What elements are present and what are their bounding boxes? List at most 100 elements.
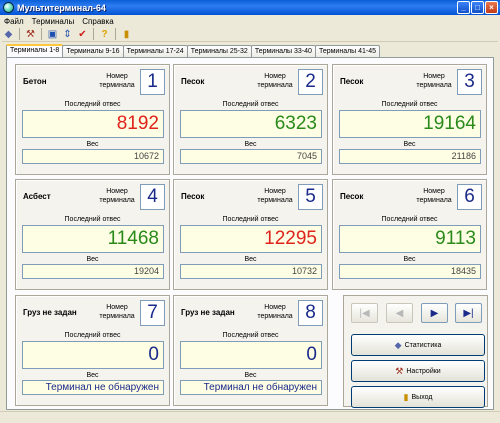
terminal-number-label: Номер терминала xyxy=(99,304,135,320)
terminal-number-label: Номер терминала xyxy=(257,304,293,320)
next-page-button[interactable]: ▶ xyxy=(421,303,448,323)
material-name: Песок xyxy=(181,192,205,201)
weight-value: 7045 xyxy=(180,149,322,164)
settings-button[interactable]: ⚒ Настройки xyxy=(351,360,485,382)
weight-label: Вес xyxy=(86,141,99,148)
first-page-button[interactable]: |◀ xyxy=(351,303,378,323)
statistics-label: Статистика xyxy=(404,341,442,349)
last-weighing-value: 0 xyxy=(180,341,322,369)
terminal-number: 4 xyxy=(140,184,165,210)
weight-value: 21186 xyxy=(339,149,481,164)
close-button[interactable]: × xyxy=(485,1,498,14)
material-name: Песок xyxy=(181,77,205,86)
material-name: Песок xyxy=(340,77,364,86)
terminal-number-label: Номер терминала xyxy=(416,73,452,89)
terminal-card: Асбест Номер терминала 4 Последний отвес 114… xyxy=(15,179,170,290)
terminal-number-label: Номер терминала xyxy=(257,73,293,89)
terminal-number: 5 xyxy=(298,184,323,210)
sort-icon[interactable]: ⇕ xyxy=(61,28,74,41)
last-weighing-value: 11468 xyxy=(22,225,164,253)
settings-tool-icon[interactable]: ⚒ xyxy=(24,28,37,41)
last-weighing-label: Последний отвес xyxy=(381,216,438,223)
terminal-number-label: Номер терминала xyxy=(416,188,452,204)
toolbar: ◆ ⚒ ▣ ⇕ ✔ ? ▮ xyxy=(2,27,498,42)
last-weighing-label: Последний отвес xyxy=(381,101,438,108)
settings-icon: ⚒ xyxy=(395,365,404,376)
weight-label: Вес xyxy=(403,256,416,263)
exit-icon: ▮ xyxy=(403,391,409,402)
last-weighing-label: Последний отвес xyxy=(222,216,279,223)
last-weighing-label: Последний отвес xyxy=(64,332,121,339)
weight-label: Вес xyxy=(244,141,257,148)
display-icon[interactable]: ▣ xyxy=(46,28,59,41)
terminal-number: 2 xyxy=(298,69,323,95)
terminal-card: Песок Номер терминала 2 Последний отвес 6323… xyxy=(173,64,328,175)
material-name: Бетон xyxy=(23,77,47,86)
weight-label: Вес xyxy=(403,141,416,148)
navigation-panel: |◀ ◀ ▶ ▶| ◆ Статистика ⚒ Настройки ▮ Вых… xyxy=(343,295,488,408)
terminal-card: Груз не задан Номер терминала 8 Последний о… xyxy=(173,295,328,406)
menu-bar: Файл Терминалы Справка xyxy=(0,15,500,27)
terminal-tabs: Терминалы 1-8 Терминалы 9-16 Терминалы 1… xyxy=(6,44,381,57)
terminal-number-label: Номер терминала xyxy=(257,188,293,204)
status-bar xyxy=(0,411,500,423)
window-title: Мультитерминал-64 xyxy=(17,2,106,13)
exit-door-icon[interactable]: ▮ xyxy=(120,28,133,41)
weight-value: Терминал не обнаружен xyxy=(22,380,164,395)
terminal-number: 1 xyxy=(140,69,165,95)
material-name: Груз не задан xyxy=(181,308,235,317)
title-bar: Мультитерминал-64 _ □ × xyxy=(0,0,500,15)
last-weighing-value: 9113 xyxy=(339,225,481,253)
settings-label: Настройки xyxy=(406,367,441,375)
last-weighing-label: Последний отвес xyxy=(64,101,121,108)
weight-value: Терминал не обнаружен xyxy=(180,380,322,395)
statistics-button[interactable]: ◆ Статистика xyxy=(351,334,485,356)
tab-terminals-1-8[interactable]: Терминалы 1-8 xyxy=(6,44,64,57)
weight-value: 10732 xyxy=(180,264,322,279)
terminal-card: Бетон Номер терминала 1 Последний отвес 8192… xyxy=(15,64,170,175)
weight-label: Вес xyxy=(86,256,99,263)
check-icon[interactable]: ✔ xyxy=(76,28,89,41)
app-icon xyxy=(3,2,14,13)
weight-label: Вес xyxy=(86,372,99,379)
weight-value: 18435 xyxy=(339,264,481,279)
last-weighing-label: Последний отвес xyxy=(222,332,279,339)
terminal-number: 3 xyxy=(457,69,482,95)
last-weighing-value: 12295 xyxy=(180,225,322,253)
help-icon[interactable]: ? xyxy=(98,28,111,41)
terminal-number: 6 xyxy=(457,184,482,210)
weight-value: 10672 xyxy=(22,149,164,164)
weight-label: Вес xyxy=(244,372,257,379)
last-weighing-value: 19164 xyxy=(339,110,481,138)
tab-terminals-33-40[interactable]: Терминалы 33-40 xyxy=(250,45,316,57)
last-page-button[interactable]: ▶| xyxy=(455,303,482,323)
prev-page-button[interactable]: ◀ xyxy=(386,303,413,323)
terminal-number: 8 xyxy=(298,300,323,326)
last-weighing-label: Последний отвес xyxy=(222,101,279,108)
material-name: Песок xyxy=(340,192,364,201)
terminal-card: Песок Номер терминала 6 Последний отвес 9113… xyxy=(332,179,487,290)
tab-terminals-9-16[interactable]: Терминалы 9-16 xyxy=(62,45,124,57)
last-weighing-value: 8192 xyxy=(22,110,164,138)
statistics-icon: ◆ xyxy=(394,339,402,350)
minimize-button[interactable]: _ xyxy=(457,1,470,14)
exit-button[interactable]: ▮ Выход xyxy=(351,386,485,408)
weight-label: Вес xyxy=(244,256,257,263)
tab-terminals-41-45[interactable]: Терминалы 41-45 xyxy=(314,45,381,57)
terminal-number: 7 xyxy=(140,300,165,326)
menu-terminals[interactable]: Терминалы xyxy=(28,17,79,26)
menu-help[interactable]: Справка xyxy=(78,17,117,26)
material-name: Асбест xyxy=(23,192,51,201)
terminal-number-label: Номер терминала xyxy=(99,73,135,89)
maximize-button[interactable]: □ xyxy=(471,1,484,14)
terminal-card: Груз не задан Номер терминала 7 Последний о… xyxy=(15,295,170,406)
eraser-icon[interactable]: ◆ xyxy=(2,28,15,41)
terminals-panel: Бетон Номер терминала 1 Последний отвес 8192… xyxy=(6,57,494,410)
menu-file[interactable]: Файл xyxy=(0,17,28,26)
exit-label: Выход xyxy=(411,393,433,401)
material-name: Груз не задан xyxy=(23,308,77,317)
last-weighing-label: Последний отвес xyxy=(64,216,121,223)
tab-terminals-17-24[interactable]: Терминалы 17-24 xyxy=(122,45,188,57)
terminal-card: Песок Номер терминала 3 Последний отвес 1916… xyxy=(332,64,487,175)
tab-terminals-25-32[interactable]: Терминалы 25-32 xyxy=(186,45,252,57)
